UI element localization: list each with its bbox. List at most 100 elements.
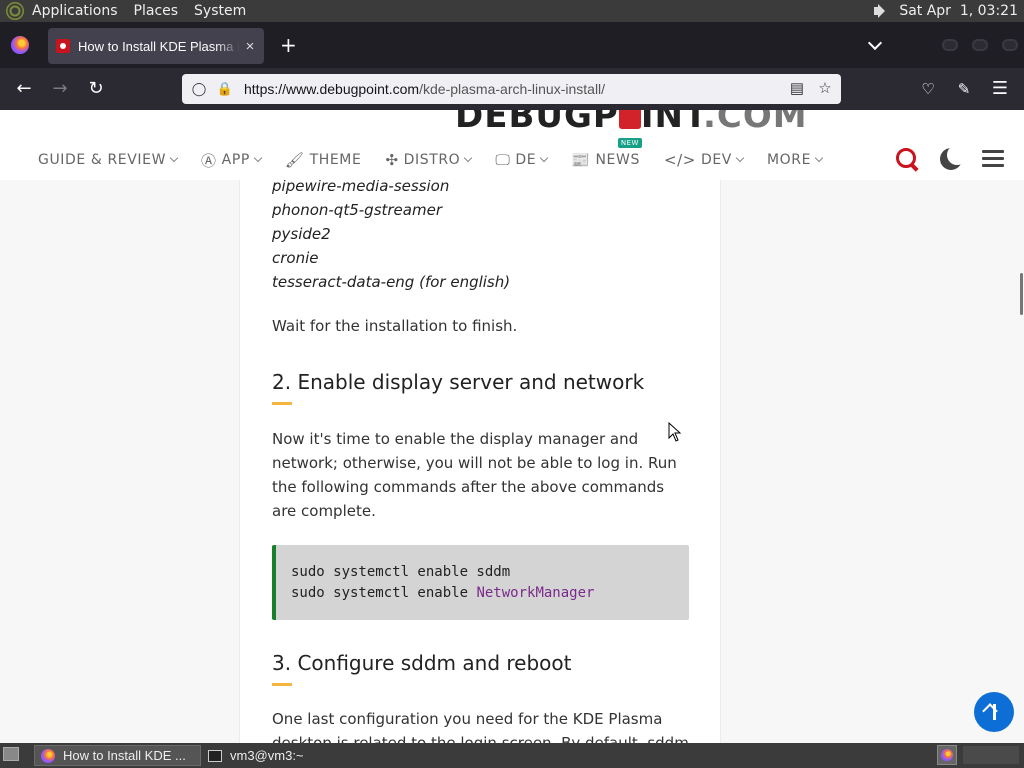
close-window-button[interactable] <box>1002 39 1018 51</box>
chevron-down-icon <box>169 153 179 163</box>
menu-news-label: NEWS <box>595 152 640 168</box>
hamburger-menu-icon[interactable] <box>982 146 1010 172</box>
terminal-icon <box>208 749 222 762</box>
lock-icon[interactable]: 🔒 <box>216 81 234 97</box>
tab-bar: How to Install KDE Plasma in Arch Linux … <box>0 22 1024 68</box>
article-content: pipewire-media-session phonon-qt5-gstrea… <box>239 180 721 743</box>
taskbar-item-label: vm3@vm3:~ <box>230 748 304 763</box>
code-block[interactable]: sudo systemctl enable sddm sudo systemct… <box>272 545 689 620</box>
forward-arrow-icon[interactable]: → <box>48 77 72 101</box>
volume-icon[interactable] <box>873 3 891 19</box>
logo-text-debug: DEBUGP <box>455 110 619 136</box>
section-3-paragraph: One last configuration you need for the … <box>272 710 689 743</box>
pocket-icon[interactable]: ♡ <box>916 77 940 101</box>
menu-distro[interactable]: ✣ DISTRO <box>385 151 473 169</box>
url-domain: https://www.debugpoint.com <box>244 81 420 97</box>
back-arrow-icon[interactable]: ← <box>12 77 36 101</box>
code-icon: </> <box>663 151 696 169</box>
taskbar-item-terminal[interactable]: vm3@vm3:~ <box>202 745 369 766</box>
code-line-2-prefix: sudo systemctl enable <box>291 585 477 601</box>
top-panel: Applications Places System Sat Apr 1, 03… <box>0 0 1024 22</box>
taskbar-item-label: How to Install KDE ... <box>63 748 186 763</box>
menu-theme-label: THEME <box>309 152 362 168</box>
app-menu-icon[interactable]: ☰ <box>988 77 1012 101</box>
chevron-down-icon <box>253 153 263 163</box>
workspace-switcher-icon[interactable] <box>937 745 957 765</box>
menu-dev[interactable]: </> DEV <box>663 151 745 169</box>
system-menu[interactable]: System <box>186 0 254 22</box>
page-scrollbar[interactable] <box>1020 273 1023 315</box>
package-item: pyside2 <box>272 225 331 243</box>
chevron-down-icon <box>735 153 745 163</box>
extensions-icon[interactable]: ✎ <box>952 77 976 101</box>
menu-app[interactable]: Ⓐ APP <box>201 150 263 171</box>
active-tab[interactable]: How to Install KDE Plasma in Arch Linux … <box>48 28 264 64</box>
logo-text-com: .COM <box>702 110 808 136</box>
site-logo[interactable]: DEBUGP INT.COM <box>455 110 808 136</box>
reload-icon[interactable]: ↻ <box>84 77 108 101</box>
tab-title: How to Install KDE Plasma in Arch Linux <box>78 38 240 54</box>
new-badge: NEW <box>617 138 642 148</box>
brush-icon: 🖌 <box>284 151 305 169</box>
maximize-window-button[interactable] <box>972 39 988 51</box>
distro-icon: ✣ <box>385 151 399 169</box>
firefox-icon <box>41 748 55 763</box>
chevron-down-icon <box>539 153 549 163</box>
heading-underline <box>272 402 292 405</box>
new-tab-button[interactable]: + <box>280 33 297 57</box>
list-all-tabs-icon[interactable] <box>867 35 883 51</box>
site-favicon-icon <box>56 39 70 53</box>
menu-de-label: DE <box>515 152 537 168</box>
menu-distro-label: DISTRO <box>403 152 461 168</box>
back-to-top-button[interactable] <box>974 692 1014 732</box>
bottom-taskbar: How to Install KDE ... vm3@vm3:~ <box>0 743 1024 768</box>
heading-underline <box>272 683 292 686</box>
shield-icon[interactable]: ◯ <box>190 81 208 97</box>
url-path: /kde-plasma-arch-linux-install/ <box>419 81 606 97</box>
section-3-heading: 3. Configure sddm and reboot <box>272 651 572 675</box>
menu-app-label: APP <box>221 152 250 168</box>
logo-text-int: INT <box>640 110 703 136</box>
menu-more-label: MORE <box>766 152 812 168</box>
show-desktop-icon[interactable] <box>3 747 19 761</box>
reader-view-icon[interactable]: ▤ <box>787 79 807 99</box>
places-menu[interactable]: Places <box>126 0 187 22</box>
newspaper-icon: 📰 <box>571 151 591 169</box>
applications-menu[interactable]: Applications <box>24 0 126 22</box>
menu-news[interactable]: 📰 NEWS NEW <box>571 138 642 169</box>
site-menu: GUIDE & REVIEW Ⓐ APP 🖌 THEME ✣ DISTRO 🖵 DE 📰… <box>38 138 846 171</box>
bookmark-star-icon[interactable]: ☆ <box>815 79 835 99</box>
menu-theme[interactable]: 🖌 THEME <box>285 151 362 169</box>
logo-pin-icon <box>618 110 641 129</box>
taskbar-item-firefox[interactable]: How to Install KDE ... <box>34 745 201 766</box>
page-body: pipewire-media-session phonon-qt5-gstrea… <box>0 180 1024 743</box>
wait-paragraph: Wait for the installation to finish. <box>272 317 518 335</box>
app-store-icon: Ⓐ <box>201 151 217 170</box>
site-header: DEBUGP INT.COM GUIDE & REVIEW Ⓐ APP 🖌 THEME… <box>0 110 1024 180</box>
dark-mode-moon-icon[interactable] <box>938 145 967 172</box>
package-item: pipewire-media-session <box>272 180 450 195</box>
menu-guide-review-label: GUIDE & REVIEW <box>38 152 167 168</box>
firefox-view-icon[interactable] <box>11 36 29 54</box>
desktop-icon: 🖵 <box>495 151 511 169</box>
section-2-paragraph: Now it's time to enable the display mana… <box>272 430 677 520</box>
code-line-2-keyword: NetworkManager <box>476 585 595 601</box>
workspace-switcher[interactable] <box>963 746 1019 764</box>
minimize-window-button[interactable] <box>942 39 958 51</box>
chevron-down-icon <box>464 153 473 163</box>
package-item: tesseract-data-eng (for english) <box>272 273 511 291</box>
menu-more[interactable]: MORE <box>766 152 824 168</box>
menu-guide-review[interactable]: GUIDE & REVIEW <box>38 152 179 168</box>
section-2-heading: 2. Enable display server and network <box>272 370 645 394</box>
search-icon[interactable] <box>894 146 922 172</box>
url-text[interactable]: https://www.debugpoint.com/kde-plasma-ar… <box>244 81 605 97</box>
url-bar[interactable]: ◯ 🔒 https://www.debugpoint.com/kde-plasm… <box>182 74 841 104</box>
distro-logo-icon[interactable] <box>6 2 24 20</box>
package-item: phonon-qt5-gstreamer <box>272 201 442 219</box>
clock[interactable]: Sat Apr 1, 03:21 <box>899 3 1018 19</box>
package-item: cronie <box>272 249 319 267</box>
menu-dev-label: DEV <box>700 152 732 168</box>
tab-close-button[interactable]: × <box>240 38 260 55</box>
menu-de[interactable]: 🖵 DE <box>495 151 549 169</box>
chevron-down-icon <box>814 153 824 163</box>
